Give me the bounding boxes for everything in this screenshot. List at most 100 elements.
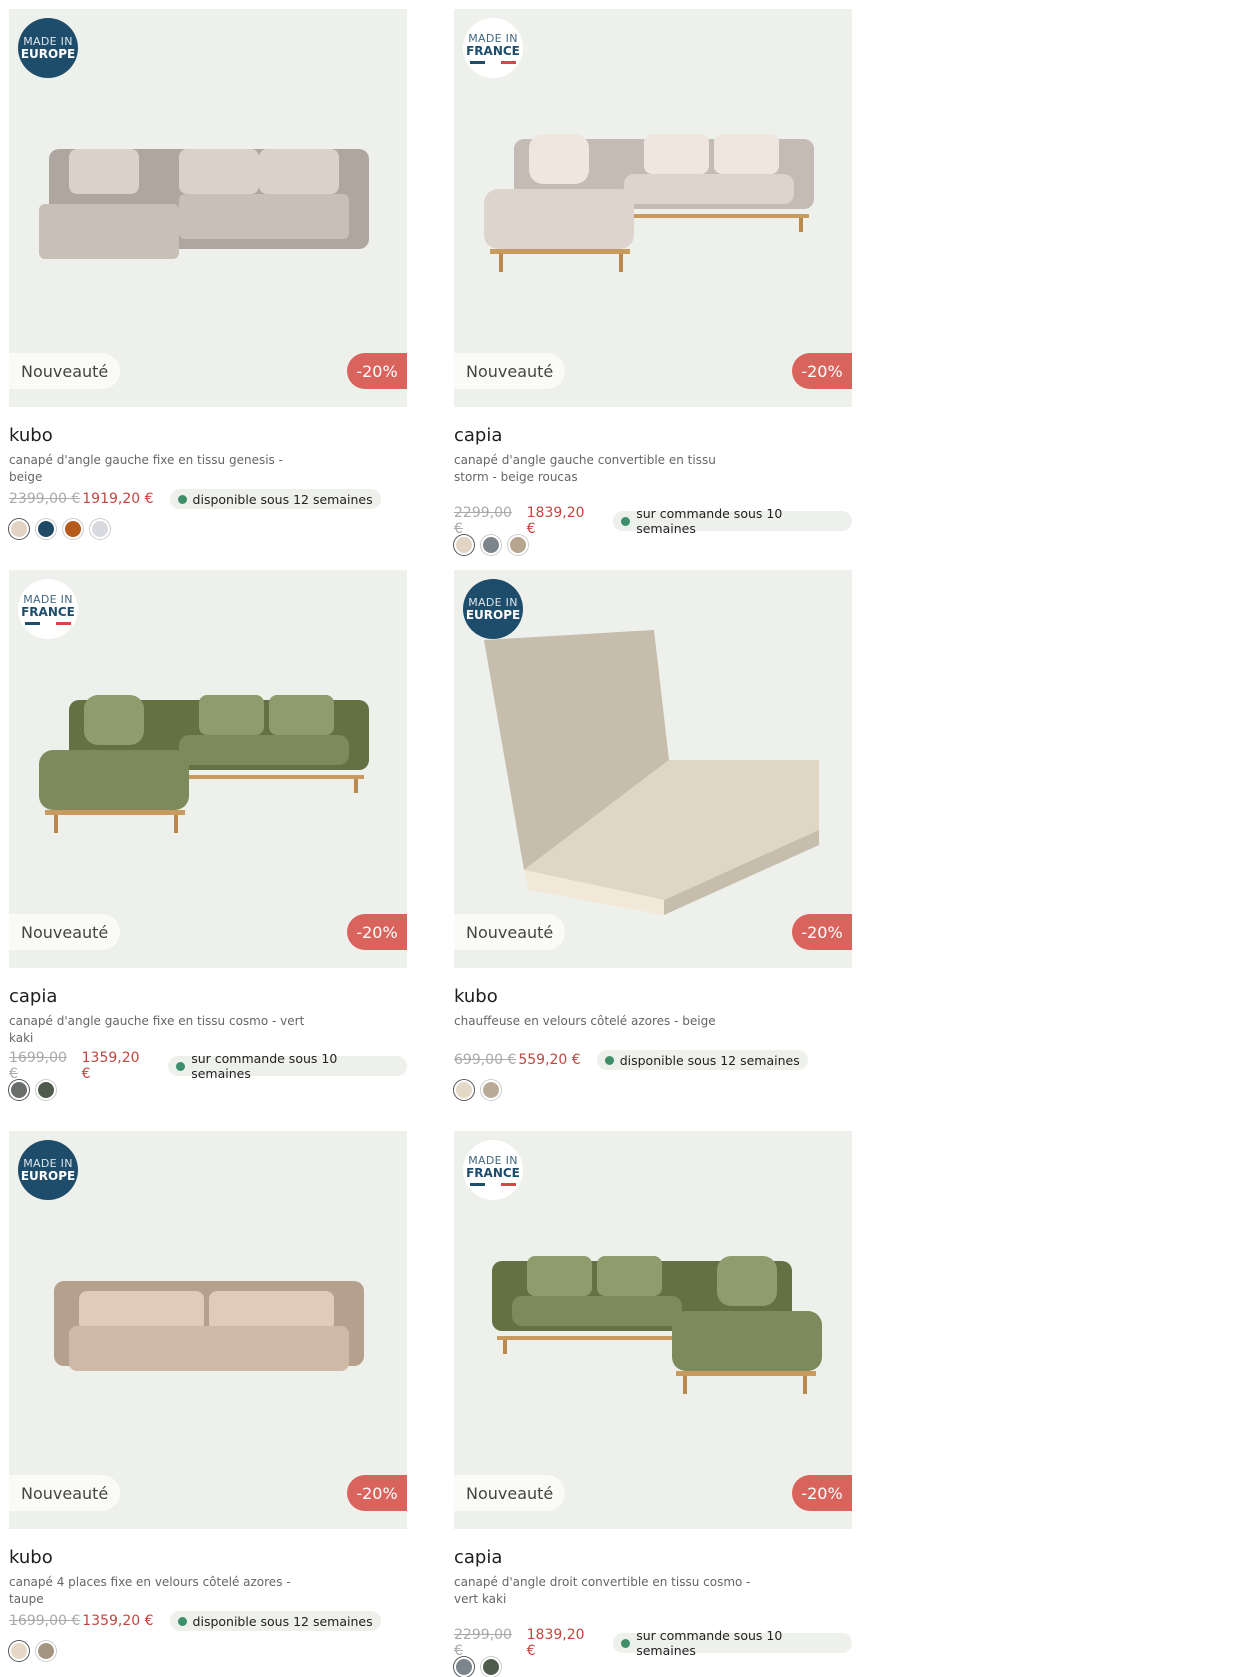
price-line: 2299,00 € 1839,20 € sur commande sous 10 s… xyxy=(454,1627,852,1659)
product-name[interactable]: kubo xyxy=(454,986,498,1007)
new-badge: Nouveauté xyxy=(454,914,566,950)
color-swatch[interactable] xyxy=(481,535,501,555)
new-badge: Nouveauté xyxy=(9,1475,121,1511)
product-name[interactable]: capia xyxy=(454,425,502,446)
availability-text: disponible sous 12 semaines xyxy=(619,1052,800,1068)
color-swatches xyxy=(9,519,117,539)
made-in-badge-line1: MADE IN xyxy=(23,35,73,48)
made-in-badge: MADE IN EUROPE xyxy=(18,18,78,78)
color-swatches xyxy=(454,1080,508,1100)
availability-badge: sur commande sous 10 semaines xyxy=(613,1628,852,1658)
product-image[interactable]: MADE IN FRANCE Nouveauté -20% xyxy=(9,570,407,968)
product-name[interactable]: kubo xyxy=(9,1547,53,1568)
availability-dot-icon xyxy=(604,1055,614,1065)
discount-badge: -20% xyxy=(347,353,407,389)
availability-text: sur commande sous 10 semaines xyxy=(636,1628,783,1658)
french-flag-icon xyxy=(470,1182,516,1186)
product-card[interactable]: MADE IN EUROPE Nouveauté -20% kubo chauffeuse… xyxy=(454,570,852,1100)
color-swatches xyxy=(454,535,535,555)
price-line: 2399,00 €1919,20 € disponible sous 12 sem… xyxy=(9,489,381,509)
color-swatch[interactable] xyxy=(90,519,110,539)
discount-badge: -20% xyxy=(792,353,852,389)
availability-badge: disponible sous 12 semaines xyxy=(169,1611,381,1631)
new-badge: Nouveauté xyxy=(9,353,121,389)
product-name[interactable]: capia xyxy=(454,1547,502,1568)
product-image[interactable]: MADE IN EUROPE Nouveauté -20% xyxy=(9,9,407,407)
availability-badge: disponible sous 12 semaines xyxy=(169,489,381,509)
sale-price: 1839,20 € xyxy=(526,1627,585,1659)
product-image[interactable]: MADE IN EUROPE Nouveauté -20% xyxy=(9,1131,407,1529)
color-swatches xyxy=(9,1641,63,1661)
product-image[interactable]: MADE IN FRANCE Nouveauté -20% xyxy=(454,1131,852,1529)
made-in-badge: MADE IN EUROPE xyxy=(463,579,523,639)
sale-price: 1919,20 € xyxy=(82,491,154,507)
made-in-badge-line1: MADE IN xyxy=(23,1157,73,1170)
made-in-badge-line2: EUROPE xyxy=(20,47,76,61)
color-swatch[interactable] xyxy=(36,1080,56,1100)
product-description[interactable]: canapé d'angle droit convertible en tiss… xyxy=(454,1574,754,1608)
product-description[interactable]: chauffeuse en velours côtelé azores - be… xyxy=(454,1013,754,1030)
product-card[interactable]: MADE IN FRANCE Nouveauté -20% capia canapé d'… xyxy=(9,570,407,1100)
made-in-badge-line2: FRANCE xyxy=(466,1165,520,1180)
availability-text: disponible sous 12 semaines xyxy=(192,491,373,507)
color-swatch[interactable] xyxy=(454,535,474,555)
availability-badge: disponible sous 12 semaines xyxy=(596,1050,808,1070)
french-flag-icon xyxy=(25,621,71,625)
availability-dot-icon xyxy=(621,1638,631,1648)
color-swatch[interactable] xyxy=(481,1080,501,1100)
availability-dot-icon xyxy=(177,494,187,504)
color-swatch[interactable] xyxy=(36,519,56,539)
availability-text: disponible sous 12 semaines xyxy=(192,1613,373,1629)
made-in-badge-line2: FRANCE xyxy=(466,43,520,58)
color-swatch[interactable] xyxy=(454,1657,474,1677)
product-description[interactable]: canapé d'angle gauche fixe en tissu cosm… xyxy=(9,1013,309,1047)
product-card[interactable]: MADE IN EUROPE Nouveauté -20% kubo canapé d'a… xyxy=(9,9,407,539)
made-in-badge-line2: EUROPE xyxy=(465,608,521,622)
new-badge: Nouveauté xyxy=(9,914,121,950)
product-image[interactable]: MADE IN EUROPE Nouveauté -20% xyxy=(454,570,852,968)
price-line: 1699,00 €1359,20 € disponible sous 12 sem… xyxy=(9,1611,381,1631)
sale-price: 1359,20 € xyxy=(82,1613,154,1629)
color-swatch[interactable] xyxy=(9,519,29,539)
color-swatch[interactable] xyxy=(454,1080,474,1100)
original-price: 1699,00 € xyxy=(9,1613,81,1629)
made-in-badge-line1: MADE IN xyxy=(468,31,518,45)
product-description[interactable]: canapé d'angle gauche fixe en tissu gene… xyxy=(9,452,309,486)
made-in-badge: MADE IN FRANCE xyxy=(18,579,78,639)
made-in-badge: MADE IN FRANCE xyxy=(463,18,523,78)
color-swatch[interactable] xyxy=(481,1657,501,1677)
availability-dot-icon xyxy=(621,516,631,526)
color-swatch[interactable] xyxy=(63,519,83,539)
product-image[interactable]: MADE IN FRANCE Nouveauté -20% xyxy=(454,9,852,407)
price-line: 2299,00 € 1839,20 € sur commande sous 10 s… xyxy=(454,505,852,537)
made-in-badge-line1: MADE IN xyxy=(468,1153,518,1167)
product-description[interactable]: canapé 4 places fixe en velours côtelé a… xyxy=(9,1574,309,1608)
original-price: 1699,00 € xyxy=(9,1050,67,1082)
availability-text: sur commande sous 10 semaines xyxy=(636,506,783,536)
made-in-badge-line1: MADE IN xyxy=(468,596,518,609)
new-badge: Nouveauté xyxy=(454,353,566,389)
product-name[interactable]: capia xyxy=(9,986,57,1007)
price-line: 1699,00 € 1359,20 € sur commande sous 10 s… xyxy=(9,1050,407,1082)
discount-badge: -20% xyxy=(792,914,852,950)
availability-text: sur commande sous 10 semaines xyxy=(191,1051,338,1081)
color-swatches xyxy=(9,1080,63,1100)
color-swatch[interactable] xyxy=(36,1641,56,1661)
price-line: 699,00 €559,20 € disponible sous 12 semai… xyxy=(454,1050,808,1070)
product-description[interactable]: canapé d'angle gauche convertible en tis… xyxy=(454,452,754,486)
made-in-badge: MADE IN FRANCE xyxy=(463,1140,523,1200)
color-swatch[interactable] xyxy=(508,535,528,555)
product-card[interactable]: MADE IN EUROPE Nouveauté -20% kubo canapé 4 p… xyxy=(9,1131,407,1661)
product-card[interactable]: MADE IN FRANCE Nouveauté -20% capia canapé d'… xyxy=(454,1131,852,1677)
original-price: 2299,00 € xyxy=(454,1627,512,1659)
product-card[interactable]: MADE IN FRANCE Nouveauté -20% capia canapé d'… xyxy=(454,9,852,555)
color-swatch[interactable] xyxy=(9,1641,29,1661)
original-price: 699,00 € xyxy=(454,1052,517,1068)
availability-dot-icon xyxy=(177,1616,187,1626)
color-swatches xyxy=(454,1657,508,1677)
made-in-badge-line2: EUROPE xyxy=(20,1169,76,1183)
discount-badge: -20% xyxy=(347,1475,407,1511)
sale-price: 559,20 € xyxy=(518,1052,581,1068)
color-swatch[interactable] xyxy=(9,1080,29,1100)
product-name[interactable]: kubo xyxy=(9,425,53,446)
